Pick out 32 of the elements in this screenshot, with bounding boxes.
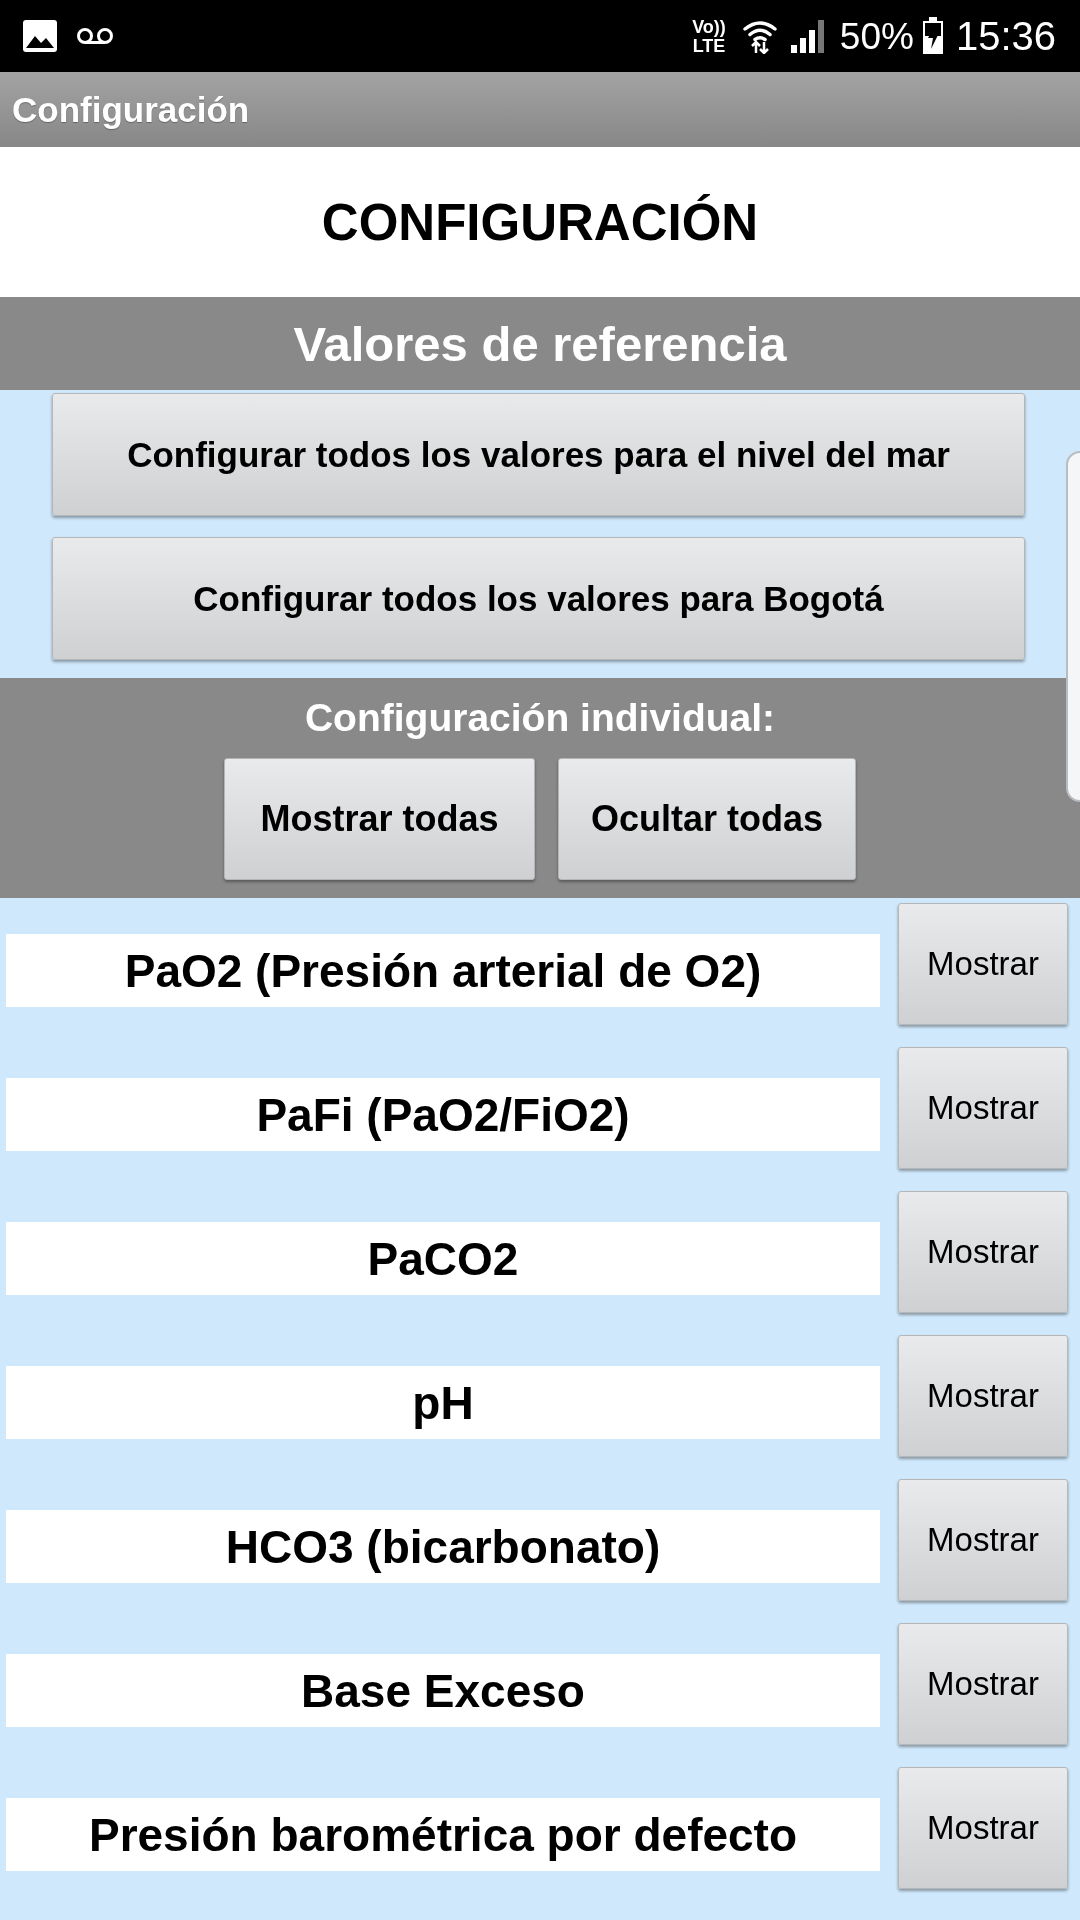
signal-icon	[789, 19, 826, 53]
section-title: Valores de referencia	[293, 315, 787, 372]
toggle-all-button[interactable]: Ocultar todas	[558, 758, 856, 880]
action-bar-title: Configuración	[12, 89, 250, 130]
parameter-label: Base Exceso	[6, 1654, 880, 1727]
show-button[interactable]: Mostrar	[898, 1047, 1068, 1169]
lte-text: LTE	[692, 36, 726, 55]
parameter-label: pH	[6, 1366, 880, 1439]
clock-time: 15:36	[955, 16, 1056, 56]
battery-percent: 50%	[839, 17, 914, 55]
individual-title: Configuración individual:	[304, 695, 776, 741]
show-button[interactable]: Mostrar	[898, 1623, 1068, 1745]
show-button[interactable]: Mostrar	[898, 1335, 1068, 1457]
show-button[interactable]: Mostrar	[898, 903, 1068, 1025]
voicemail-icon	[76, 27, 114, 45]
preset-button[interactable]: Configurar todos los valores para Bogotá	[52, 537, 1025, 660]
parameter-label: PaFi (PaO2/FiO2)	[6, 1078, 880, 1151]
page-title: CONFIGURACIÓN	[321, 192, 759, 252]
toggle-all-button[interactable]: Mostrar todas	[224, 758, 535, 880]
parameter-label: PaCO2	[6, 1222, 880, 1295]
parameter-label: PaO2 (Presión arterial de O2)	[6, 934, 880, 1007]
show-button[interactable]: Mostrar	[898, 1479, 1068, 1601]
parameter-label: Presión barométrica por defecto	[6, 1798, 880, 1871]
parameter-label: HCO3 (bicarbonato)	[6, 1510, 880, 1583]
show-button[interactable]: Mostrar	[898, 1191, 1068, 1313]
volte-text: Vo))	[692, 17, 726, 36]
battery-charging-icon	[921, 17, 944, 55]
edge-panel-handle[interactable]	[1066, 451, 1080, 802]
show-button[interactable]: Mostrar	[898, 1767, 1068, 1889]
wifi-icon	[741, 18, 778, 54]
image-icon	[22, 19, 58, 53]
preset-button[interactable]: Configurar todos los valores para el nivel del mar	[52, 393, 1025, 516]
